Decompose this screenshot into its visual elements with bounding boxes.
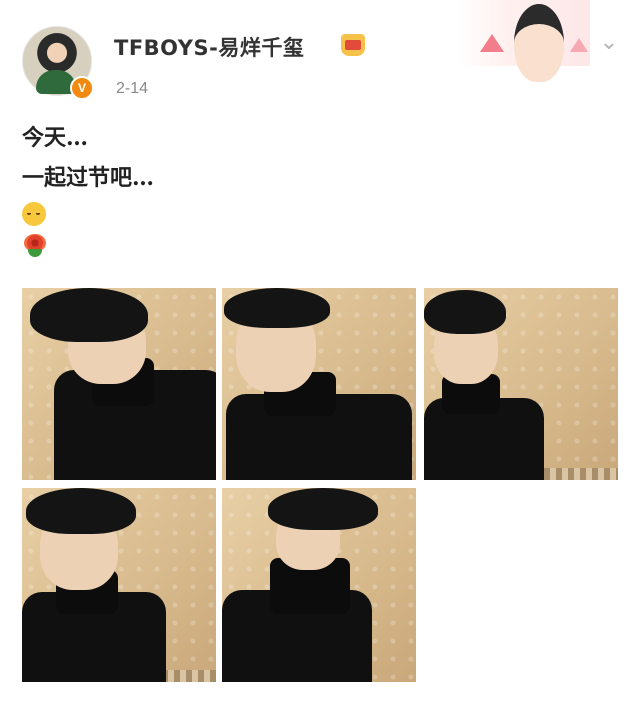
crown-icon — [341, 34, 365, 56]
photo-5[interactable] — [222, 488, 416, 682]
post-text-line-1: 今天… — [22, 125, 89, 151]
paper-crane-icon — [480, 34, 504, 52]
wall-trim — [162, 670, 216, 682]
post-header: V TFBOYS-易烊千玺 2-14 ⌄ — [0, 0, 640, 110]
emoji-row-rose — [22, 230, 582, 262]
photo-3[interactable] — [424, 288, 618, 480]
verified-badge: V — [70, 76, 94, 100]
post-date: 2-14 — [116, 80, 149, 97]
photo-1[interactable] — [22, 288, 216, 480]
rose-icon — [22, 233, 48, 259]
avatar[interactable]: V — [22, 26, 94, 100]
profile-banner-decoration — [458, 0, 590, 82]
hugging-face-icon — [22, 201, 46, 226]
author-name[interactable]: TFBOYS-易烊千玺 — [114, 32, 304, 62]
chevron-down-icon[interactable]: ⌄ — [596, 31, 622, 53]
photo-4[interactable] — [22, 488, 216, 682]
post-text-line-2: 一起过节吧… — [22, 165, 155, 191]
hair — [268, 488, 378, 530]
emoji-row-hug — [22, 198, 582, 230]
cartoon-avatar-icon — [514, 4, 564, 82]
hair — [26, 488, 136, 534]
photo-2[interactable] — [222, 288, 416, 480]
hair — [30, 288, 148, 342]
hair — [224, 288, 330, 328]
post-body: 今天… 一起过节吧… — [22, 118, 582, 262]
hair — [424, 290, 506, 334]
paper-crane-icon — [570, 38, 588, 52]
